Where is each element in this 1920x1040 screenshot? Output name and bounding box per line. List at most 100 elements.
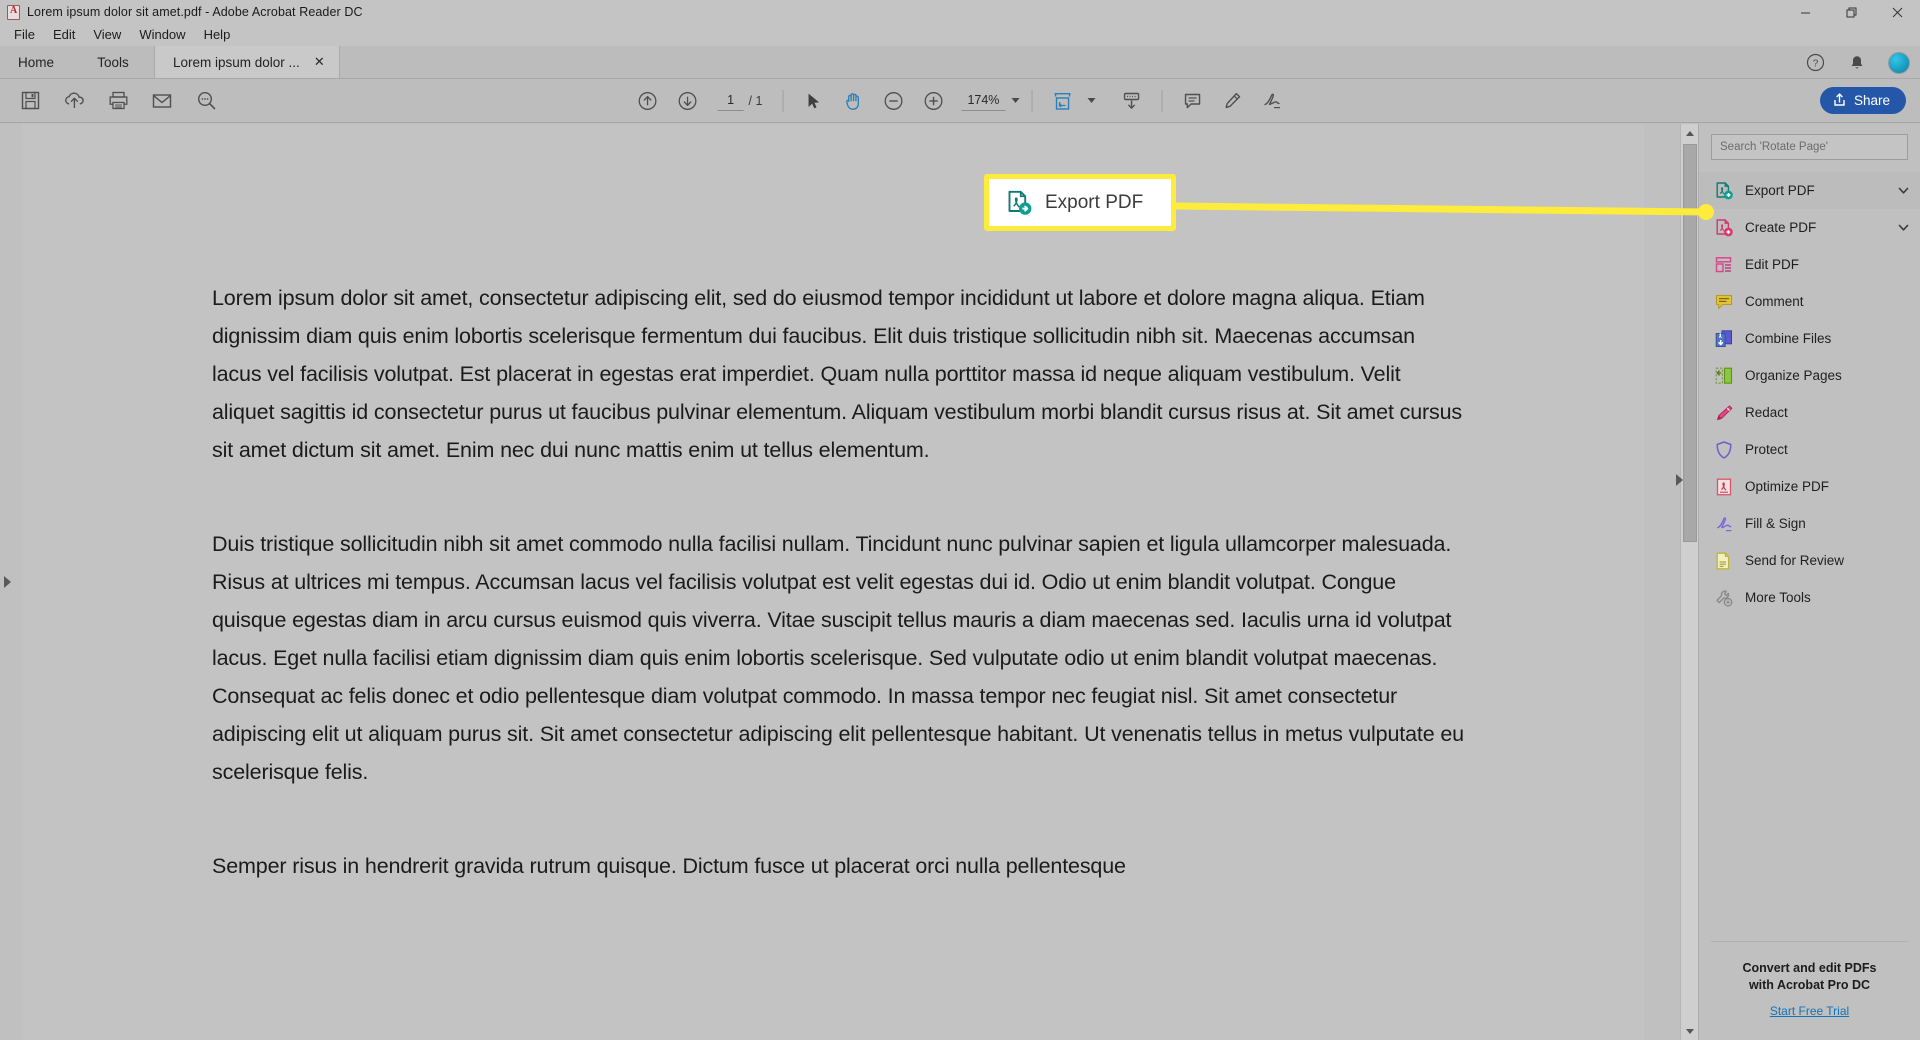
sidebar-item-label: Send for Review — [1745, 553, 1845, 568]
sidebar-item-comment[interactable]: Comment — [1699, 283, 1920, 320]
optimize-pdf-icon — [1713, 476, 1734, 497]
tools-sidebar: Export PDF Create PDF — [1698, 124, 1920, 1040]
chevron-down-icon[interactable] — [1011, 98, 1020, 103]
share-button[interactable]: Share — [1819, 87, 1906, 114]
tab-tools[interactable]: Tools — [72, 46, 154, 78]
send-review-icon — [1713, 550, 1734, 571]
sidebar-item-combine-files[interactable]: Combine Files — [1699, 320, 1920, 357]
sidebar-item-create-pdf[interactable]: Create PDF — [1699, 209, 1920, 246]
share-upload-icon — [1832, 92, 1847, 110]
fill-sign-icon — [1713, 513, 1734, 534]
zoom-level-input[interactable] — [961, 90, 1006, 111]
chevron-down-icon[interactable] — [1897, 221, 1910, 234]
tab-bar: Home Tools Lorem ipsum dolor ... ✕ ? — [0, 46, 1920, 79]
upload-cloud-icon[interactable] — [56, 84, 92, 118]
edit-pdf-icon — [1713, 254, 1734, 275]
previous-page-button[interactable] — [630, 84, 666, 118]
fit-page-dropdown-icon[interactable] — [1087, 98, 1096, 103]
highlighter-icon[interactable] — [1214, 84, 1250, 118]
menu-view[interactable]: View — [86, 25, 132, 45]
help-circle-icon[interactable]: ? — [1804, 52, 1826, 74]
select-cursor-icon[interactable] — [795, 84, 831, 118]
comment-icon[interactable] — [1174, 84, 1210, 118]
comment-icon — [1713, 291, 1734, 312]
sidebar-item-label: Combine Files — [1745, 331, 1832, 346]
sidebar-item-label: More Tools — [1745, 590, 1811, 605]
main-toolbar: / 1 — [0, 79, 1920, 123]
menu-file[interactable]: File — [7, 25, 46, 45]
left-panel-expand-handle[interactable] — [0, 124, 14, 1040]
sidebar-item-send-for-review[interactable]: Send for Review — [1699, 542, 1920, 579]
protect-shield-icon — [1713, 439, 1734, 460]
tab-document-label: Lorem ipsum dolor ... — [173, 54, 300, 70]
sidebar-item-label: Protect — [1745, 442, 1788, 457]
sidebar-item-edit-pdf[interactable]: Edit PDF — [1699, 246, 1920, 283]
acrobat-reader-window: Lorem ipsum dolor sit amet.pdf - Adobe A… — [0, 0, 1920, 1040]
menu-help[interactable]: Help — [197, 25, 242, 45]
sign-icon[interactable] — [1254, 84, 1290, 118]
close-icon[interactable]: ✕ — [312, 54, 327, 70]
next-page-button[interactable] — [670, 84, 706, 118]
sidebar-item-label: Redact — [1745, 405, 1788, 420]
page-number-box: / 1 — [717, 90, 762, 111]
sidebar-item-organize-pages[interactable]: Organize Pages — [1699, 357, 1920, 394]
sidebar-item-export-pdf[interactable]: Export PDF — [1699, 172, 1920, 209]
sidebar-item-protect[interactable]: Protect — [1699, 431, 1920, 468]
promo-line-1: Convert and edit PDFs — [1742, 961, 1877, 975]
more-tools-icon — [1713, 587, 1734, 608]
sidebar-item-more-tools[interactable]: More Tools — [1699, 579, 1920, 616]
tools-search-input[interactable] — [1711, 134, 1908, 160]
minimize-button[interactable] — [1782, 0, 1828, 24]
zoom-in-icon[interactable] — [915, 84, 951, 118]
export-pdf-callout[interactable]: Export PDF — [984, 174, 1176, 231]
sidebar-item-fill-and-sign[interactable]: Fill & Sign — [1699, 505, 1920, 542]
scroll-up-button[interactable] — [1681, 124, 1699, 142]
page-number-input[interactable] — [717, 90, 744, 111]
window-controls — [1782, 0, 1920, 24]
callout-label: Export PDF — [1045, 191, 1144, 213]
notification-bell-icon[interactable] — [1846, 52, 1868, 74]
toolbar-divider-2 — [1031, 89, 1033, 112]
page-scroll-icon[interactable] — [1113, 84, 1149, 118]
chevron-down-icon[interactable] — [1897, 184, 1910, 197]
pdf-text-content: Lorem ipsum dolor sit amet, consectetur … — [212, 279, 1467, 885]
toolbar-left-group — [12, 84, 224, 118]
tab-home[interactable]: Home — [0, 46, 72, 78]
right-panel-collapse-handle[interactable] — [1672, 468, 1686, 492]
combine-files-icon — [1713, 328, 1734, 349]
hand-tool-icon[interactable] — [835, 84, 871, 118]
sidebar-item-redact[interactable]: Redact — [1699, 394, 1920, 431]
sidebar-item-label: Create PDF — [1745, 220, 1817, 235]
document-scrollbar[interactable] — [1680, 124, 1699, 1040]
create-pdf-icon — [1713, 217, 1734, 238]
svg-text:?: ? — [1812, 59, 1818, 70]
search-icon[interactable] — [188, 84, 224, 118]
zoom-out-icon[interactable] — [875, 84, 911, 118]
restore-button[interactable] — [1828, 0, 1874, 24]
chevron-right-icon — [3, 576, 11, 588]
sidebar-item-label: Comment — [1745, 294, 1804, 309]
zoom-level-box — [961, 90, 1020, 111]
redact-icon — [1713, 402, 1734, 423]
document-viewport[interactable]: Lorem ipsum dolor sit amet, consectetur … — [0, 124, 1675, 1040]
organize-pages-icon — [1713, 365, 1734, 386]
export-pdf-icon — [1713, 180, 1734, 201]
start-free-trial-link[interactable]: Start Free Trial — [1711, 1004, 1908, 1018]
fit-page-icon[interactable] — [1044, 84, 1080, 118]
save-icon[interactable] — [12, 84, 48, 118]
pdf-page: Lorem ipsum dolor sit amet, consectetur … — [22, 124, 1644, 1040]
sidebar-item-label: Export PDF — [1745, 183, 1815, 198]
print-icon[interactable] — [100, 84, 136, 118]
user-avatar[interactable] — [1888, 51, 1910, 74]
tab-document[interactable]: Lorem ipsum dolor ... ✕ — [154, 46, 340, 78]
menu-edit[interactable]: Edit — [46, 25, 86, 45]
sidebar-item-optimize-pdf[interactable]: Optimize PDF — [1699, 468, 1920, 505]
menu-window[interactable]: Window — [132, 25, 196, 45]
window-title: Lorem ipsum dolor sit amet.pdf - Adobe A… — [27, 5, 363, 19]
close-button[interactable] — [1874, 0, 1920, 24]
triangle-up-icon — [1686, 130, 1694, 136]
menu-bar: File Edit View Window Help — [0, 24, 1920, 46]
email-icon[interactable] — [144, 84, 180, 118]
scroll-down-button[interactable] — [1681, 1022, 1699, 1040]
sidebar-item-label: Organize Pages — [1745, 368, 1842, 383]
